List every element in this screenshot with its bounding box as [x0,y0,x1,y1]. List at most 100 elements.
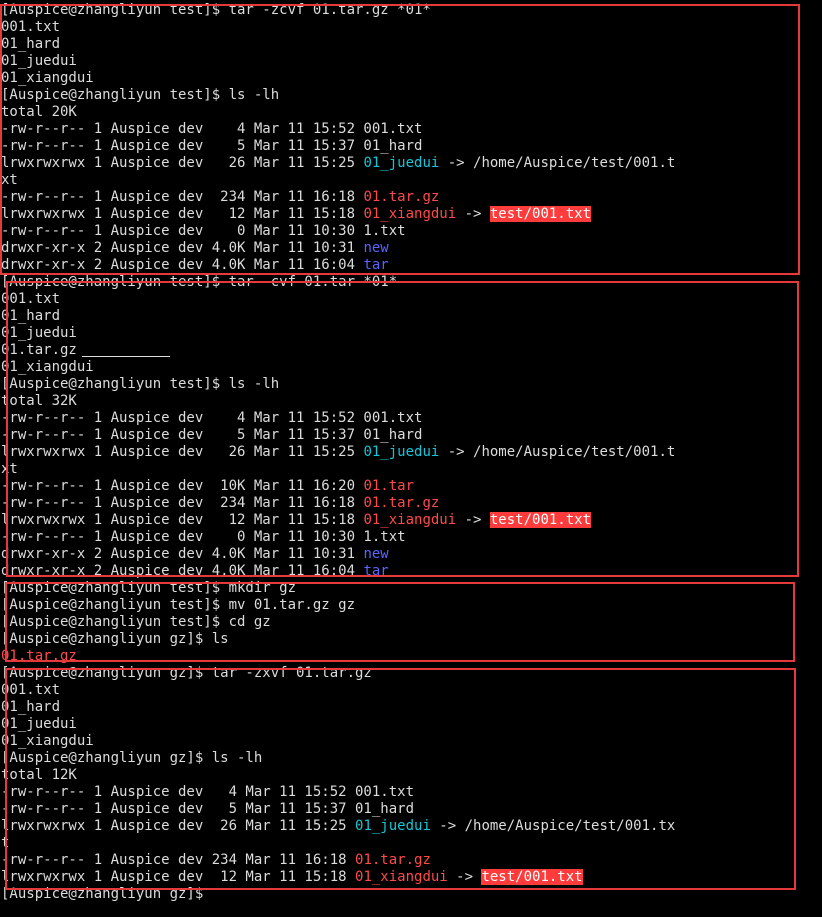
terminal-text: [Auspice@zhangliyun test]$ mv 01.tar.gz … [1,597,356,613]
terminal-text: -rw-r--r-- 1 Auspice dev 5 Mar 11 15:37 … [1,138,423,154]
terminal-text-hl: test/001.txt [489,512,592,528]
terminal-line: -rw-r--r-- 1 Auspice dev 234 Mar 11 16:1… [0,495,822,512]
terminal-text-red: 01.tar.gz [363,495,440,511]
terminal-text: [Auspice@zhangliyun gz]$ [1,886,212,902]
terminal-text-blue: new [363,240,389,256]
terminal-text: -> [456,512,490,528]
terminal-text: drwxr-xr-x 2 Auspice dev 4.0K Mar 11 16:… [1,563,364,579]
terminal-text: lrwxrwxrwx 1 Auspice dev 12 Mar 11 15:18 [1,512,364,528]
terminal-text-blue: new [363,546,389,562]
terminal-line: -rw-r--r-- 1 Auspice dev 5 Mar 11 15:37 … [0,801,822,818]
terminal-text: xt [1,461,18,477]
terminal-line: xt [0,461,822,478]
terminal-text: lrwxrwxrwx 1 Auspice dev 26 Mar 11 15:25 [1,444,364,460]
terminal-text: -> /home/Auspice/test/001.tx [430,818,676,834]
terminal-text-cyan: 01_juedui [363,155,440,171]
terminal-line: [Auspice@zhangliyun gz]$ tar -zxvf 01.ta… [0,665,822,682]
terminal-text: 01_xiangdui [1,359,94,375]
terminal-line: [Auspice@zhangliyun test]$ cd gz [0,614,822,631]
terminal-line: 01_juedui [0,716,822,733]
terminal-text: -> [447,869,482,885]
terminal-text: lrwxrwxrwx 1 Auspice dev 26 Mar 11 15:25 [1,818,356,834]
terminal-line: [Auspice@zhangliyun test]$ tar -cvf 01.t… [0,274,822,291]
terminal-line: -rw-r--r-- 1 Auspice dev 5 Mar 11 15:37 … [0,427,822,444]
terminal-text-hl: test/001.txt [489,206,592,222]
terminal-text: total 32K [1,393,77,409]
terminal-text: lrwxrwxrwx 1 Auspice dev 12 Mar 11 15:18 [1,869,356,885]
terminal-line: total 32K [0,393,822,410]
terminal-line: 01_juedui [0,325,822,342]
terminal-text: -rw-r--r-- 1 Auspice dev 0 Mar 11 10:30 … [1,223,406,239]
terminal-text: 01_hard [1,36,61,52]
terminal-line: 001.txt [0,682,822,699]
terminal-line: 01_xiangdui [0,359,822,376]
terminal-text: [Auspice@zhangliyun test]$ mkdir gz [1,580,297,596]
terminal-line: 01_xiangdui [0,70,822,87]
terminal-line: lrwxrwxrwx 1 Auspice dev 12 Mar 11 15:18… [0,512,822,529]
terminal-text: [Auspice@zhangliyun test]$ ls -lh [1,376,280,392]
terminal-text: 01.tar.gz [1,342,77,358]
terminal-text: 01_xiangdui [1,70,94,86]
terminal-line: 01_hard [0,36,822,53]
terminal-text-red: 01_xiangdui [363,512,457,528]
terminal-text: 001.txt [1,682,61,698]
terminal-text: -rw-r--r-- 1 Auspice dev 10K Mar 11 16:2… [1,478,364,494]
terminal-text: -rw-r--r-- 1 Auspice dev 234 Mar 11 16:1… [1,189,364,205]
terminal-text: lrwxrwxrwx 1 Auspice dev 26 Mar 11 15:25 [1,155,364,171]
terminal-text: 01_hard [1,308,61,324]
terminal-line: -rw-r--r-- 1 Auspice dev 4 Mar 11 15:52 … [0,121,822,138]
terminal-text-red: 01.tar [363,478,415,494]
terminal-text: [Auspice@zhangliyun gz]$ tar -zxvf 01.ta… [1,665,372,681]
terminal-text: -rw-r--r-- 1 Auspice dev 4 Mar 11 15:52 … [1,784,415,800]
terminal-line: 01.tar.gz [0,648,822,665]
terminal-line: -rw-r--r-- 1 Auspice dev 0 Mar 11 10:30 … [0,529,822,546]
terminal-text: 001.txt [1,291,61,307]
terminal-line: drwxr-xr-x 2 Auspice dev 4.0K Mar 11 10:… [0,240,822,257]
terminal-line: [Auspice@zhangliyun test]$ tar -zcvf 01.… [0,2,822,19]
terminal-line: [Auspice@zhangliyun gz]$ [0,886,822,903]
terminal-line: lrwxrwxrwx 1 Auspice dev 12 Mar 11 15:18… [0,869,822,886]
terminal-text: 01_juedui [1,53,77,69]
terminal-line: 01_xiangdui [0,733,822,750]
annotation-underline [82,356,170,357]
terminal-line: 01_juedui [0,53,822,70]
terminal-text: 01_xiangdui [1,733,94,749]
terminal-text: lrwxrwxrwx 1 Auspice dev 12 Mar 11 15:18 [1,206,364,222]
terminal-text: 01_juedui [1,325,77,341]
terminal-window[interactable]: [Auspice@zhangliyun test]$ tar -zcvf 01.… [0,0,822,917]
terminal-line: lrwxrwxrwx 1 Auspice dev 26 Mar 11 15:25… [0,444,822,461]
terminal-text: [Auspice@zhangliyun test]$ ls -lh [1,87,280,103]
terminal-text: -rw-r--r-- 1 Auspice dev 4 Mar 11 15:52 … [1,410,423,426]
terminal-text: -rw-r--r-- 1 Auspice dev 5 Mar 11 15:37 … [1,427,423,443]
terminal-line: [Auspice@zhangliyun gz]$ ls [0,631,822,648]
terminal-text-blue: tar [363,257,389,273]
terminal-text: drwxr-xr-x 2 Auspice dev 4.0K Mar 11 10:… [1,546,364,562]
terminal-text-red: 01.tar.gz [363,189,440,205]
terminal-line: drwxr-xr-x 2 Auspice dev 4.0K Mar 11 10:… [0,546,822,563]
terminal-line: [Auspice@zhangliyun gz]$ ls -lh [0,750,822,767]
terminal-text: -rw-r--r-- 1 Auspice dev 234 Mar 11 16:1… [1,495,364,511]
terminal-text: [Auspice@zhangliyun gz]$ ls [1,631,229,647]
terminal-text: total 20K [1,104,77,120]
terminal-line: -rw-r--r-- 1 Auspice dev 4 Mar 11 15:52 … [0,410,822,427]
terminal-text: drwxr-xr-x 2 Auspice dev 4.0K Mar 11 16:… [1,257,364,273]
terminal-text-cyan: 01_juedui [355,818,431,834]
terminal-text-cyan: 01_juedui [363,444,440,460]
terminal-line: [Auspice@zhangliyun test]$ ls -lh [0,87,822,104]
terminal-line: lrwxrwxrwx 1 Auspice dev 26 Mar 11 15:25… [0,818,822,835]
terminal-text: -rw-r--r-- 1 Auspice dev 0 Mar 11 10:30 … [1,529,406,545]
terminal-text-red: 01_xiangdui [355,869,448,885]
terminal-line: lrwxrwxrwx 1 Auspice dev 26 Mar 11 15:25… [0,155,822,172]
terminal-line: 001.txt [0,291,822,308]
terminal-text-red: 01.tar.gz [355,852,431,868]
terminal-line: [Auspice@zhangliyun test]$ mv 01.tar.gz … [0,597,822,614]
terminal-text-red: 01_xiangdui [363,206,457,222]
terminal-text: -rw-r--r-- 1 Auspice dev 234 Mar 11 16:1… [1,852,356,868]
terminal-line: -rw-r--r-- 1 Auspice dev 10K Mar 11 16:2… [0,478,822,495]
terminal-line: -rw-r--r-- 1 Auspice dev 4 Mar 11 15:52 … [0,784,822,801]
terminal-text: [Auspice@zhangliyun gz]$ ls -lh [1,750,263,766]
terminal-text-blue: tar [363,563,389,579]
terminal-line: [Auspice@zhangliyun test]$ ls -lh [0,376,822,393]
terminal-text: t [1,835,10,851]
terminal-text: -rw-r--r-- 1 Auspice dev 4 Mar 11 15:52 … [1,121,423,137]
